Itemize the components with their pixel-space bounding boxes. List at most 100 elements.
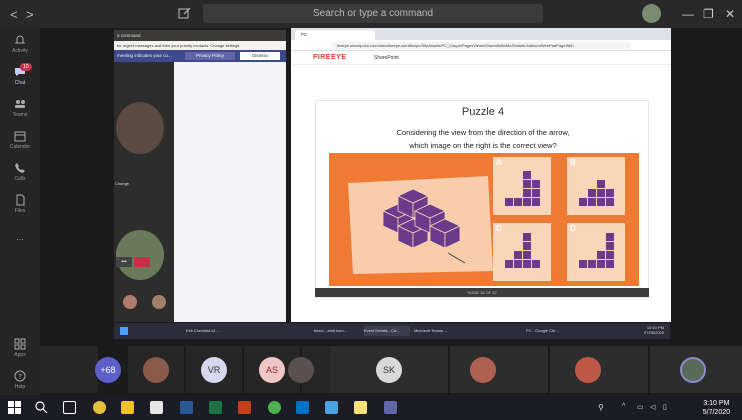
avatar: SK: [376, 357, 402, 383]
privacy-banner: meeting indicates your co... Privacy Pol…: [114, 50, 286, 62]
answer-d[interactable]: D: [567, 223, 625, 281]
slideshow-toolbar[interactable]: SLIDE 18 OF 22: [315, 288, 649, 297]
store-icon[interactable]: [150, 401, 163, 414]
inner-clock: 10:10 PM 07/05/2020: [643, 325, 664, 335]
rail-item-more[interactable]: ...: [0, 232, 40, 242]
calendar-icon: [14, 131, 26, 142]
volume-icon[interactable]: ◁: [650, 403, 655, 411]
fireeye-logo: FIREEYE: [313, 54, 347, 61]
app-icon[interactable]: [325, 401, 338, 414]
small-avatar-2: [152, 295, 166, 309]
windows-start-icon[interactable]: [8, 401, 21, 414]
windows-taskbar: ⚲ ^ ▭ ◁ ▯ 3:10 PM 5/7/2020: [0, 395, 742, 420]
avatar: [143, 357, 169, 383]
participant-tile: +68: [40, 346, 121, 393]
maximize-button[interactable]: ❐: [703, 7, 714, 21]
app-rail: Activity 10 Chat Teams Calendar Calls Fi…: [0, 28, 40, 395]
powerpoint-icon[interactable]: [238, 401, 251, 414]
task-item: PC - Google Chr...: [526, 328, 559, 333]
forward-button[interactable]: >: [26, 7, 34, 22]
help-icon: ?: [14, 370, 26, 382]
user-avatar[interactable]: [642, 4, 661, 23]
sharepoint-label[interactable]: SharePoint: [374, 55, 399, 61]
word-icon[interactable]: [180, 401, 193, 414]
url-field[interactable]: fireeye.sharepoint.com/sites/fireeye-wor…: [331, 42, 631, 49]
compose-icon[interactable]: [178, 6, 192, 20]
rail-item-chat[interactable]: 10 Chat: [0, 63, 40, 86]
rail-item-help[interactable]: ? Help: [0, 370, 40, 390]
participant-tile[interactable]: SK: [330, 346, 448, 393]
battery-icon[interactable]: ▯: [663, 403, 667, 411]
excel-icon[interactable]: [209, 401, 222, 414]
back-button[interactable]: <: [10, 7, 18, 22]
slide-counter: SLIDE 18 OF 22: [467, 290, 497, 295]
apps-icon: [14, 338, 26, 350]
search-icon[interactable]: [35, 401, 48, 414]
overflow-count[interactable]: +68: [95, 357, 121, 383]
start-icon: [120, 327, 128, 335]
privacy-policy-button[interactable]: Privacy Policy: [185, 52, 235, 60]
teams-title-bar: < > Search or type a command — ❐ ✕: [0, 0, 742, 28]
teams-chat-window: a command for urgent messages and then y…: [114, 30, 286, 322]
bell-icon: [14, 35, 26, 44]
participant-tile[interactable]: VR: [186, 346, 242, 393]
rail-item-files[interactable]: Files: [0, 194, 40, 214]
dismiss-button[interactable]: Dismiss: [240, 52, 280, 60]
chrome-icon[interactable]: [93, 401, 106, 414]
notification-notice: for urgent messages and then your priori…: [114, 41, 286, 50]
avatar: [575, 357, 601, 383]
svg-text:?: ?: [18, 373, 22, 381]
search-input[interactable]: Search or type a command: [203, 4, 543, 23]
edge-icon[interactable]: [268, 401, 281, 414]
sticky-notes-icon[interactable]: [354, 401, 367, 414]
rail-item-calendar[interactable]: Calendar: [0, 130, 40, 150]
more-options-button[interactable]: •••: [116, 257, 132, 267]
answer-c[interactable]: C: [493, 223, 551, 281]
small-avatar-1: [123, 295, 137, 309]
task-view-icon[interactable]: [63, 401, 76, 414]
answer-a[interactable]: A: [493, 157, 551, 215]
slide-question: Considering the view from the direction …: [396, 128, 570, 150]
chat-pane: [174, 62, 286, 322]
teams-icon: [15, 100, 25, 108]
file-explorer-icon[interactable]: [121, 401, 134, 414]
task-item: Exit Checklist v2 ...: [186, 328, 220, 333]
outlook-icon[interactable]: [296, 401, 309, 414]
close-button[interactable]: ✕: [725, 7, 735, 21]
participant-video-2: [116, 230, 164, 280]
task-item: Inbox - amit.kum...: [314, 328, 347, 333]
network-icon[interactable]: ▭: [637, 403, 644, 411]
participant-tile[interactable]: [650, 346, 742, 393]
avatar: [470, 357, 496, 383]
system-clock[interactable]: 3:10 PM 5/7/2020: [703, 399, 730, 417]
teams-taskbar-icon[interactable]: [384, 401, 397, 414]
chat-badge: 10: [20, 63, 32, 71]
people-icon[interactable]: ⚲: [598, 403, 604, 412]
task-item: Microsoft Teams ...: [414, 328, 448, 333]
more-icon: ...: [16, 232, 24, 242]
participant-strip: +68 VR AS SK: [40, 344, 742, 395]
avatar: AS: [259, 357, 285, 383]
avatar: [680, 357, 706, 383]
rail-item-activity[interactable]: Activity: [0, 34, 40, 54]
task-item: Event Details - Ca...: [364, 326, 410, 336]
shared-screen-taskbar: Exit Checklist v2 ... Inbox - amit.kum..…: [114, 323, 670, 339]
participant-tile[interactable]: [550, 346, 648, 393]
answer-b[interactable]: B: [567, 157, 625, 215]
participant-name: Change: [115, 181, 130, 186]
puzzle-image: A B C D: [329, 153, 639, 286]
participant-tile[interactable]: [128, 346, 184, 393]
minimize-button[interactable]: —: [682, 7, 694, 21]
avatar: [288, 357, 314, 383]
rail-item-calls[interactable]: Calls: [0, 162, 40, 182]
rail-item-apps[interactable]: Apps: [0, 338, 40, 358]
participant-video-1: [116, 102, 164, 154]
participant-tile[interactable]: [450, 346, 548, 393]
tray-chevron-icon[interactable]: ^: [622, 403, 625, 410]
avatar: VR: [201, 357, 227, 383]
file-icon: [16, 194, 25, 206]
chat-window-titlebar: a command: [114, 30, 286, 41]
browser-tab[interactable]: PC: [295, 30, 375, 40]
rail-item-teams[interactable]: Teams: [0, 98, 40, 118]
hang-up-button[interactable]: [134, 257, 150, 267]
